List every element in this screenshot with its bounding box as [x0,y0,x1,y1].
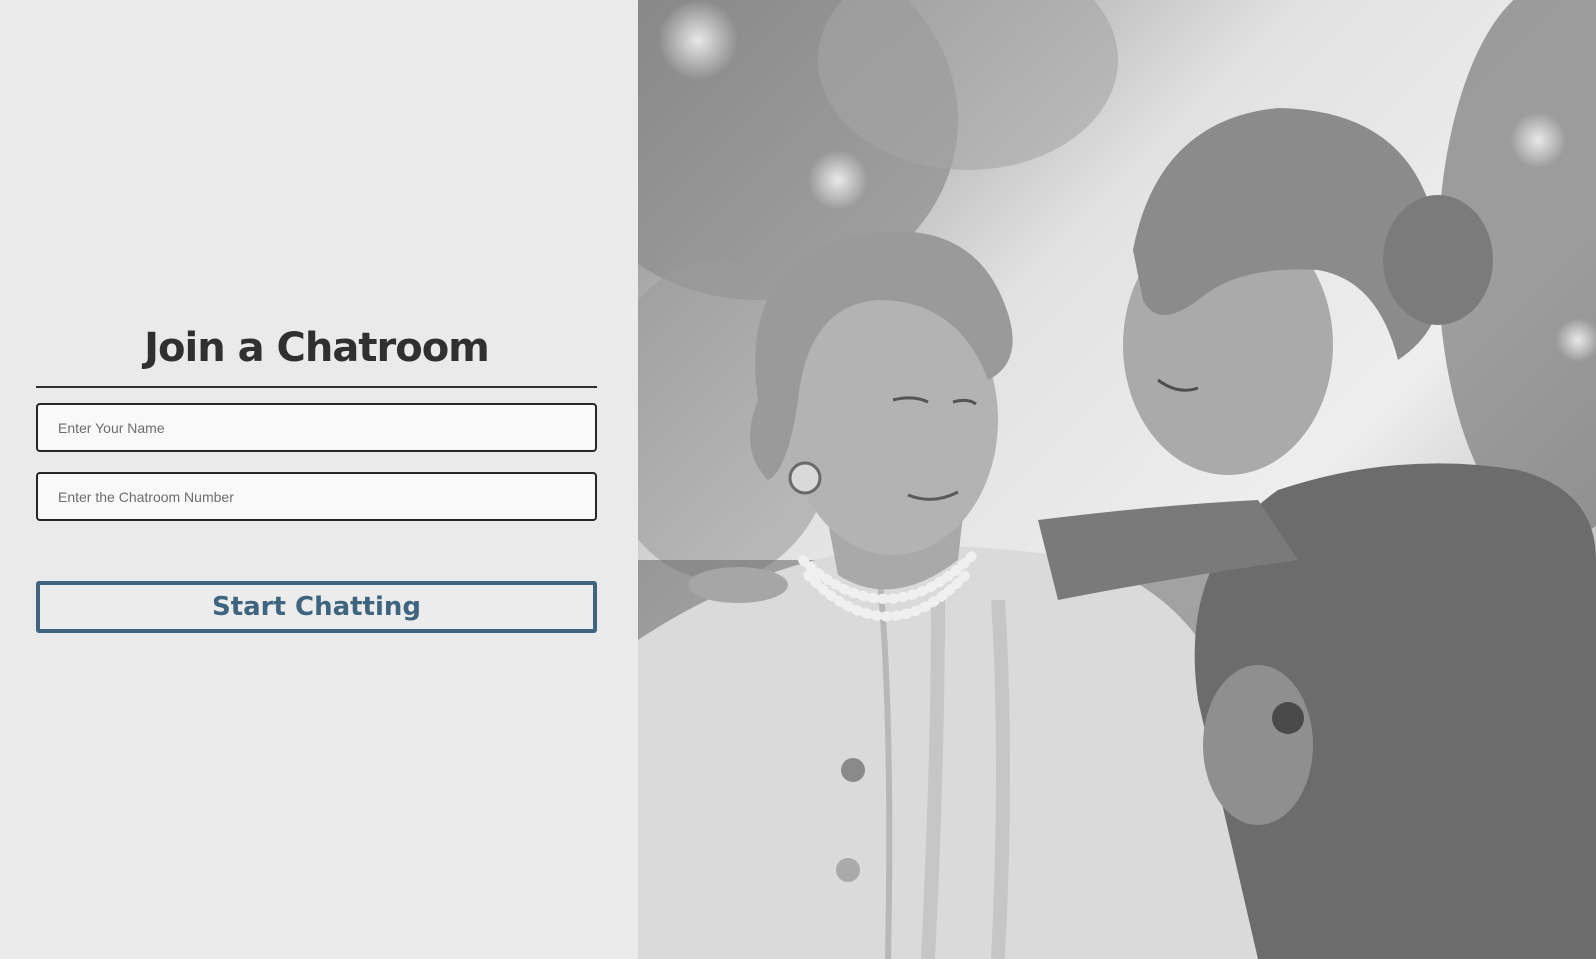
hero-photo [638,0,1596,959]
join-chatroom-form: Join a Chatroom Start Chatting [36,318,597,633]
hero-photo-illustration [638,0,1596,959]
start-chatting-button[interactable]: Start Chatting [36,581,597,633]
chatroom-number-input[interactable] [36,472,597,521]
join-page: Join a Chatroom Start Chatting [0,0,1596,959]
page-title: Join a Chatroom [144,325,490,371]
form-panel: Join a Chatroom Start Chatting [0,0,638,959]
title-divider [36,386,597,388]
name-input[interactable] [36,403,597,452]
